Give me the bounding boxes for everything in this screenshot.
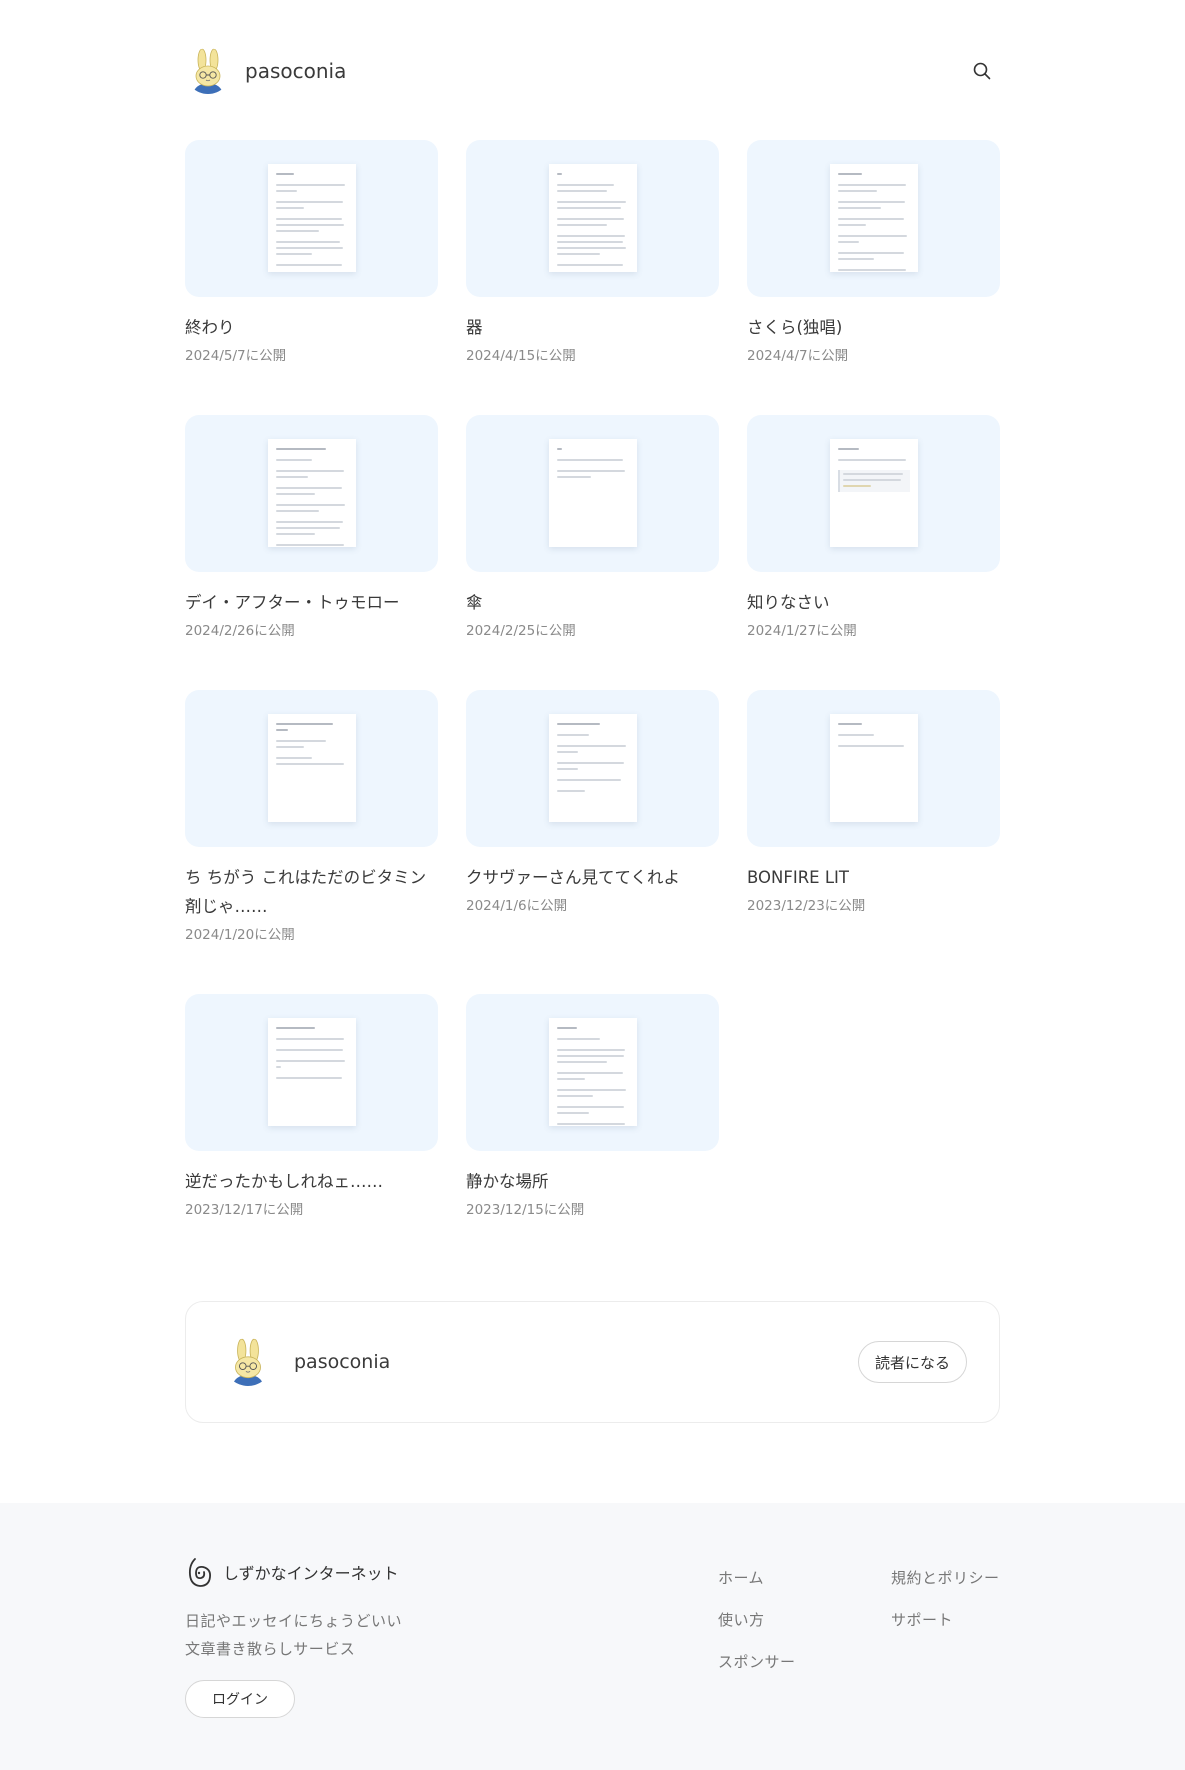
post-card[interactable]: 静かな場所 2023/12/15に公開 [466, 994, 719, 1218]
page-preview [267, 439, 356, 547]
footer-brand[interactable]: しずかなインターネット [185, 1555, 1000, 1589]
footer-desc-line: 日記やエッセイにちょうどいい [185, 1612, 403, 1630]
footer-brand-name: しずかなインターネット [223, 1564, 399, 1583]
post-date: 2024/1/27に公開 [747, 623, 857, 639]
post-date: 2024/1/20に公開 [185, 927, 295, 943]
post-thumbnail [466, 140, 719, 297]
post-thumbnail [185, 140, 438, 297]
footer-links-secondary: 規約とポリシー サポート [891, 1568, 1000, 1652]
page-preview [548, 714, 637, 822]
post-date: 2024/2/26に公開 [185, 623, 295, 639]
post-thumbnail [466, 415, 719, 572]
page-preview [267, 164, 356, 272]
rabbit-avatar-icon [185, 48, 231, 94]
post-title[interactable]: 終わり [185, 313, 438, 342]
post-title[interactable]: 器 [466, 313, 719, 342]
post-thumbnail [185, 690, 438, 847]
post-thumbnail [747, 415, 1000, 572]
post-date: 2024/2/25に公開 [466, 623, 576, 639]
post-card[interactable]: 傘 2024/2/25に公開 [466, 415, 719, 639]
page-preview [829, 439, 918, 547]
post-thumbnail [466, 690, 719, 847]
page-preview [829, 714, 918, 822]
page-preview [548, 1018, 637, 1126]
search-button[interactable] [962, 51, 1002, 91]
page-preview [267, 714, 356, 822]
footer-description: 日記やエッセイにちょうどいい 文章書き散らしサービス [185, 1607, 1000, 1663]
site-footer: しずかなインターネット 日記やエッセイにちょうどいい 文章書き散らしサービス ロ… [0, 1503, 1185, 1770]
page-preview [267, 1018, 356, 1126]
post-date: 2024/5/7に公開 [185, 348, 287, 364]
post-card[interactable]: 知りなさい 2024/1/27に公開 [747, 415, 1000, 639]
footer-content: しずかなインターネット 日記やエッセイにちょうどいい 文章書き散らしサービス ロ… [185, 1555, 1000, 1718]
post-card[interactable]: クサヴァーさん見ててくれよ 2024/1/6に公開 [466, 690, 719, 914]
post-card[interactable]: さくら(独唱) 2024/4/7に公開 [747, 140, 1000, 364]
post-title[interactable]: BONFIRE LIT [747, 863, 1000, 892]
site-header: pasoconia [185, 48, 1000, 94]
post-thumbnail [747, 140, 1000, 297]
post-title[interactable]: さくら(独唱) [747, 313, 1000, 342]
shizuka-logo-icon [188, 1558, 212, 1587]
page-preview [548, 164, 637, 272]
author-name[interactable]: pasoconia [294, 1351, 390, 1373]
post-card[interactable]: BONFIRE LIT 2023/12/23に公開 [747, 690, 1000, 914]
post-date: 2023/12/17に公開 [185, 1202, 304, 1218]
post-card[interactable]: 終わり 2024/5/7に公開 [185, 140, 438, 364]
login-button[interactable]: ログイン [185, 1680, 295, 1718]
post-title[interactable]: 逆だったかもしれねェ…… [185, 1167, 438, 1196]
post-date: 2023/12/15に公開 [466, 1202, 585, 1218]
post-date: 2024/1/6に公開 [466, 898, 568, 914]
page-preview [548, 439, 637, 547]
post-date: 2024/4/15に公開 [466, 348, 576, 364]
post-date: 2024/4/7に公開 [747, 348, 849, 364]
footer-links-primary: ホーム 使い方 スポンサー [718, 1568, 796, 1694]
search-icon [973, 62, 991, 80]
post-date: 2023/12/23に公開 [747, 898, 866, 914]
follow-button[interactable]: 読者になる [857, 1341, 967, 1383]
post-card[interactable]: 逆だったかもしれねェ…… 2023/12/17に公開 [185, 994, 438, 1218]
footer-link-usage[interactable]: 使い方 [718, 1610, 796, 1630]
author-box: pasoconia 読者になる [185, 1301, 1000, 1423]
post-title[interactable]: ち ちがう これはただのビタミン剤じゃ…… [185, 863, 438, 921]
footer-link-policy[interactable]: 規約とポリシー [891, 1568, 1000, 1588]
post-title[interactable]: 知りなさい [747, 588, 1000, 617]
brand[interactable]: pasoconia [185, 48, 346, 94]
footer-link-support[interactable]: サポート [891, 1610, 1000, 1630]
post-card[interactable]: 器 2024/4/15に公開 [466, 140, 719, 364]
footer-desc-line: 文章書き散らしサービス [185, 1640, 356, 1658]
post-card[interactable]: ち ちがう これはただのビタミン剤じゃ…… 2024/1/20に公開 [185, 690, 438, 943]
post-thumbnail [747, 690, 1000, 847]
page-preview [829, 164, 918, 272]
post-title[interactable]: 傘 [466, 588, 719, 617]
site-name[interactable]: pasoconia [245, 59, 346, 83]
post-thumbnail [466, 994, 719, 1151]
post-title[interactable]: 静かな場所 [466, 1167, 719, 1196]
post-card[interactable]: デイ・アフター・トゥモロー 2024/2/26に公開 [185, 415, 438, 639]
post-title[interactable]: クサヴァーさん見ててくれよ [466, 863, 719, 892]
footer-link-home[interactable]: ホーム [718, 1568, 796, 1588]
post-title[interactable]: デイ・アフター・トゥモロー [185, 588, 438, 617]
post-thumbnail [185, 994, 438, 1151]
post-thumbnail [185, 415, 438, 572]
author-info[interactable]: pasoconia [224, 1338, 390, 1386]
footer-link-sponsor[interactable]: スポンサー [718, 1652, 796, 1672]
rabbit-avatar-icon [224, 1338, 272, 1386]
